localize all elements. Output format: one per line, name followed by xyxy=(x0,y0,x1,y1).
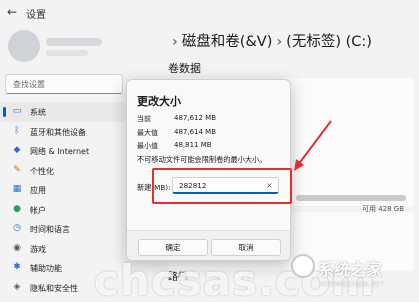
sidebar-item-personalization[interactable]: ✎ 个性化 xyxy=(0,161,125,181)
search-placeholder: 查找设置 xyxy=(13,80,45,89)
breadcrumb-item-disks-volumes[interactable]: 磁盘和卷(&V) xyxy=(182,34,273,50)
avatar xyxy=(8,30,40,62)
system-icon: ▭ xyxy=(12,106,22,116)
watermark-logo-icon xyxy=(291,254,315,278)
network-icon: ◆ xyxy=(13,145,21,155)
dialog-title: 更改大小 xyxy=(137,95,181,108)
sidebar-item-label: 辅助功能 xyxy=(30,264,62,273)
sidebar-item-label: 网络 & Internet xyxy=(30,147,90,156)
capacity-bar xyxy=(296,195,406,201)
current-size-value: 487,612 MB xyxy=(174,114,217,122)
min-size-warning: 不可移动文件可能会限制卷的最小大小。 xyxy=(137,155,267,164)
sidebar-item-label: 系统 xyxy=(30,108,46,117)
sidebar-item-label: 蓝牙和其他设备 xyxy=(30,127,86,137)
chevron-right-icon: › xyxy=(276,34,283,50)
bluetooth-icon: ᛒ xyxy=(14,125,20,136)
gaming-icon: ◉ xyxy=(13,242,21,253)
title-bar: ← 设置 xyxy=(0,0,419,28)
back-arrow-icon[interactable]: ← xyxy=(7,5,17,19)
accessibility-icon: ✱ xyxy=(13,262,21,272)
sidebar-item-system[interactable]: ▭ 系统 xyxy=(0,102,125,122)
user-email-blurred xyxy=(46,50,88,56)
watermark-brand: 系统之家 xyxy=(318,260,383,279)
sidebar-item-label: 隐私和安全性 xyxy=(30,283,78,293)
min-size-value: 48,811 MB xyxy=(174,141,212,149)
sidebar-item-bluetooth[interactable]: ᛒ 蓝牙和其他设备 xyxy=(0,122,125,142)
sidebar-item-label: 帐户 xyxy=(30,205,46,215)
time-language-icon: ◷ xyxy=(13,223,21,233)
search-box[interactable]: 查找设置 xyxy=(5,74,123,94)
user-name-blurred xyxy=(46,38,102,46)
personalization-icon: ✎ xyxy=(13,164,21,175)
ok-button[interactable]: 确定 xyxy=(138,239,208,256)
breadcrumb: › 磁盘和卷(&V) › (无标签) (C:) xyxy=(168,30,372,51)
max-size-value: 487,614 MB xyxy=(174,128,217,136)
cancel-button[interactable]: 取消 xyxy=(211,239,281,256)
watermark-url: XITONGZHIJIA.NET xyxy=(320,280,385,288)
sidebar-item-time-language[interactable]: ◷ 时间和语言 xyxy=(0,219,125,239)
sidebar-item-network[interactable]: ◆ 网络 & Internet xyxy=(0,141,125,161)
sidebar-item-label: 时间和语言 xyxy=(30,225,70,234)
sidebar-item-label: 游戏 xyxy=(30,244,46,254)
privacy-icon: ◈ xyxy=(13,281,21,292)
current-size-label: 当前 xyxy=(137,115,151,123)
sidebar-item-accounts[interactable]: ● 帐户 xyxy=(0,200,125,220)
window-title: 设置 xyxy=(26,10,46,21)
apps-icon: ▦ xyxy=(12,184,22,194)
chevron-right-icon: › xyxy=(172,34,178,50)
breadcrumb-item-current-volume: (无标签) (C:) xyxy=(286,34,372,50)
annotation-highlight-box xyxy=(152,168,292,204)
min-size-label: 最小值 xyxy=(137,142,158,150)
max-size-label: 最大值 xyxy=(137,129,158,137)
section-heading-volume-data: 卷数据 xyxy=(168,62,201,75)
sidebar-item-label: 应用 xyxy=(30,186,46,195)
sidebar-item-apps[interactable]: ▦ 应用 xyxy=(0,180,125,200)
account-icon: ● xyxy=(13,203,21,214)
user-profile[interactable] xyxy=(8,30,104,62)
sidebar-item-label: 个性化 xyxy=(30,166,54,176)
